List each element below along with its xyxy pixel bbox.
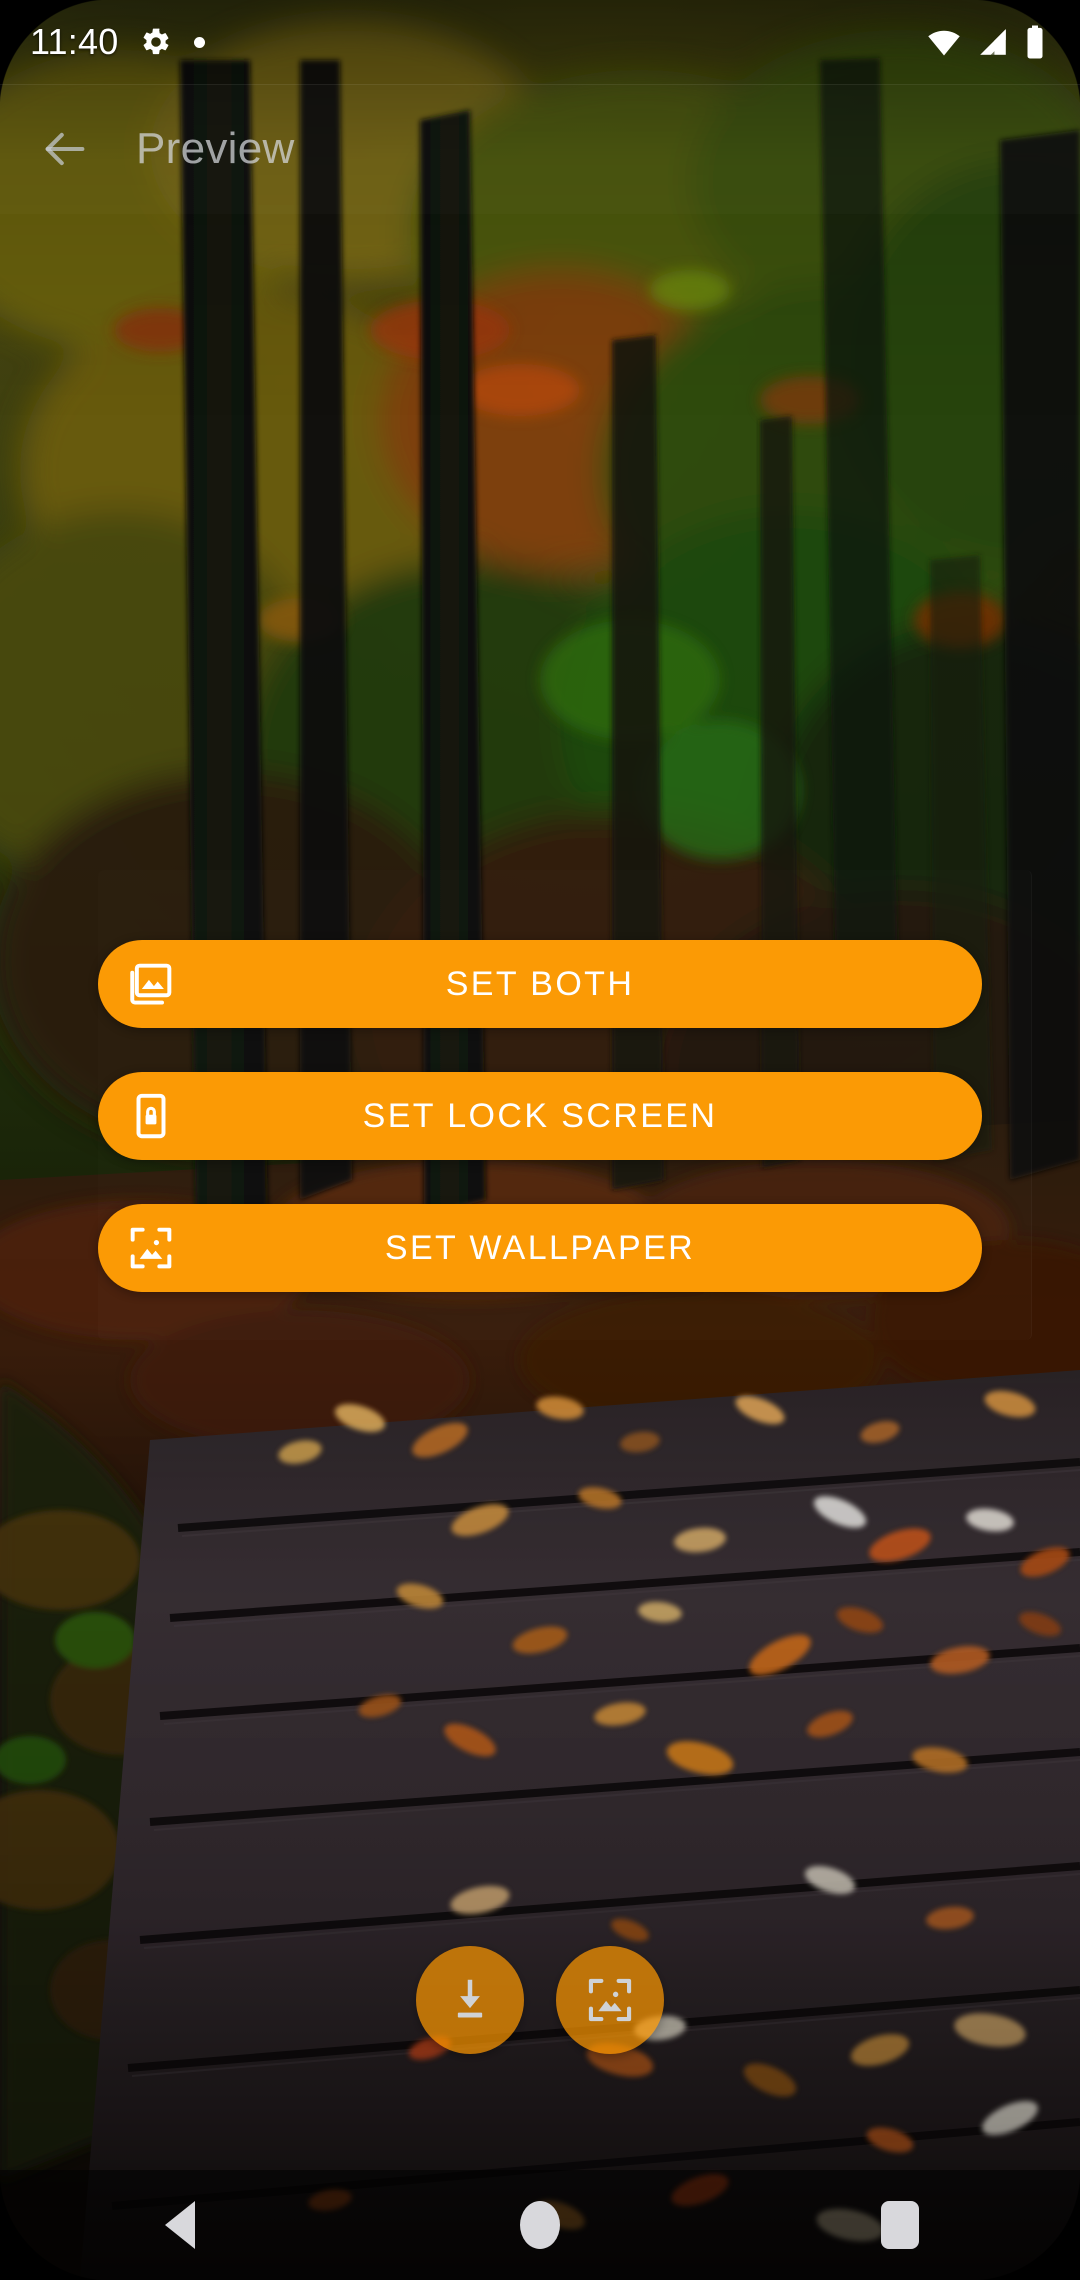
recents-square-icon [881, 2201, 919, 2249]
action-buttons-panel: SET BOTH SET LOCK SCREEN SET WALLPAPER [0, 940, 1080, 1292]
notification-dot [194, 36, 206, 48]
system-navigation-bar [0, 2170, 1080, 2280]
status-bar-left: 11:40 [30, 21, 206, 62]
set-wallpaper-label: SET WALLPAPER [384, 1228, 696, 1267]
app-toolbar: Preview [0, 84, 1080, 214]
status-bar-right [926, 24, 1046, 60]
wallpaper-frame-icon [588, 1978, 632, 2022]
gear-icon [144, 28, 169, 55]
set-lock-screen-label: SET LOCK SCREEN [362, 1096, 718, 1135]
download-fab[interactable] [416, 1946, 524, 2054]
preview-wallpaper-fab[interactable] [556, 1946, 664, 2054]
home-circle-icon [520, 2201, 560, 2249]
nav-home-button[interactable] [450, 2170, 630, 2280]
nav-back-button[interactable] [90, 2170, 270, 2280]
wallpaper-frame-icon [124, 1221, 178, 1275]
set-wallpaper-button[interactable]: SET WALLPAPER [98, 1204, 982, 1292]
arrow-left-icon [45, 132, 85, 166]
back-button[interactable] [0, 84, 130, 214]
phone-screen: 11:40 Preview SET BOTH SET LOCK SCREEN S… [0, 0, 1080, 2280]
set-both-label: SET BOTH [445, 964, 635, 1003]
status-clock: 11:40 [30, 21, 119, 62]
set-both-button[interactable]: SET BOTH [98, 940, 982, 1028]
download-icon [457, 1979, 483, 2018]
photo-library-icon [124, 957, 178, 1011]
wifi-icon [928, 30, 960, 56]
set-lock-screen-button[interactable]: SET LOCK SCREEN [98, 1072, 982, 1160]
battery-icon [1027, 25, 1043, 59]
nav-recents-button[interactable] [810, 2170, 990, 2280]
back-triangle-icon [165, 2201, 195, 2249]
status-bar: 11:40 [0, 0, 1080, 84]
floating-action-buttons [0, 1946, 1080, 2054]
phone-lock-icon [124, 1089, 178, 1143]
cellular-signal-icon [980, 29, 1006, 55]
page-title: Preview [136, 124, 295, 173]
